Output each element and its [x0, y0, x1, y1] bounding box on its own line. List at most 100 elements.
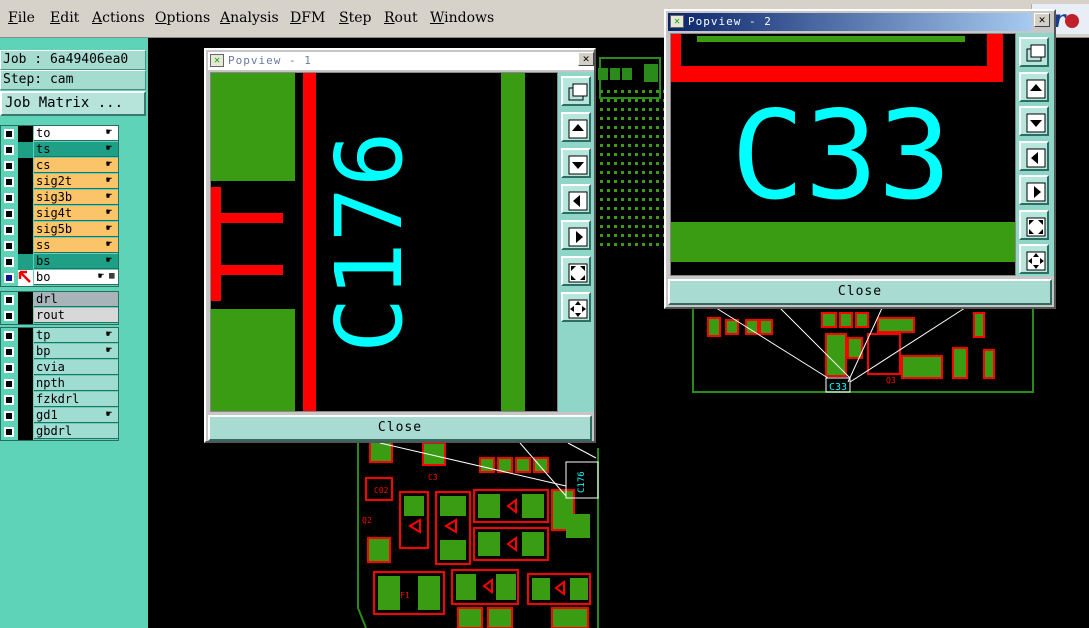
menu-options[interactable]: Options: [155, 10, 210, 26]
layer-swatch[interactable]: [18, 344, 33, 360]
layer-row-fzkdrl[interactable]: fzkdrl: [1, 392, 118, 408]
pan-left-icon[interactable]: [1019, 140, 1049, 171]
layer-swatch[interactable]: [18, 308, 33, 324]
layer-swatch[interactable]: [18, 376, 33, 392]
popview-2-titlebar[interactable]: ✕ Popview - 2: [668, 13, 1032, 31]
layer-swatch[interactable]: [18, 190, 33, 206]
menu-analysis[interactable]: Analysis: [220, 10, 279, 26]
layer-checkbox[interactable]: [4, 193, 14, 203]
zoom-in-icon[interactable]: [561, 256, 591, 286]
popview-2-close-button[interactable]: Close: [668, 279, 1052, 305]
layer-name[interactable]: cvia: [34, 360, 118, 375]
layer-row-sig4t[interactable]: sig4t ☛: [1, 206, 118, 222]
popview-1-close-button[interactable]: Close: [208, 415, 592, 441]
popview-2-window[interactable]: ✕ Popview - 2 ✕ C33 Close: [664, 9, 1056, 309]
layer-row-sig2t[interactable]: sig2t ☛: [1, 174, 118, 190]
layer-row-cvia[interactable]: cvia: [1, 360, 118, 376]
layer-checkbox[interactable]: [4, 331, 14, 341]
layer-checkbox[interactable]: [4, 257, 14, 267]
layer-checkbox[interactable]: [4, 145, 14, 155]
pan-down-icon[interactable]: [561, 148, 591, 178]
layer-row-to[interactable]: to ☛: [1, 126, 118, 142]
layer-checkbox[interactable]: [4, 129, 14, 139]
pan-right-icon[interactable]: [561, 220, 591, 250]
job-matrix-button[interactable]: Job Matrix ...: [0, 91, 146, 116]
layer-checkbox[interactable]: [4, 363, 14, 373]
popview-2-close-icon[interactable]: ✕: [1034, 13, 1050, 27]
active-layer-arrow-icon[interactable]: [18, 270, 33, 286]
layer-row-bp[interactable]: bp ☛: [1, 344, 118, 360]
layer-checkbox[interactable]: [4, 177, 14, 187]
pan-up-icon[interactable]: [561, 112, 591, 142]
layer-row-bo[interactable]: bo ☛ ▦: [1, 270, 118, 286]
layer-swatch[interactable]: [18, 360, 33, 376]
pan-down-icon[interactable]: [1019, 106, 1049, 136]
layer-checkbox[interactable]: [4, 347, 14, 357]
menu-edit[interactable]: Edit: [50, 10, 79, 26]
layer-checkbox[interactable]: [4, 395, 14, 405]
layer-checkbox[interactable]: [4, 225, 14, 235]
layer-row-bs[interactable]: bs ☛: [1, 254, 118, 270]
layer-checkbox[interactable]: [4, 295, 14, 305]
layer-swatch[interactable]: [18, 142, 33, 158]
layer-name[interactable]: bo: [34, 270, 118, 285]
popview-1-window[interactable]: ✕ Popview - 1 ✕ C176 Close: [204, 48, 596, 443]
layer-name[interactable]: gbdrl: [34, 424, 118, 439]
menu-dfm[interactable]: DFM: [290, 10, 325, 26]
pan-right-icon[interactable]: [1019, 175, 1049, 205]
hand-pointer-icon: ☛: [106, 127, 113, 138]
layer-swatch[interactable]: [18, 328, 33, 344]
layer-row-gd1[interactable]: gd1 ☛: [1, 408, 118, 424]
layer-row-sig3b[interactable]: sig3b ☛: [1, 190, 118, 206]
layer-checkbox[interactable]: [4, 427, 14, 437]
zoom-box-icon[interactable]: [1019, 37, 1049, 67]
menu-file[interactable]: File: [8, 10, 35, 26]
layer-row-cs[interactable]: cs ☛: [1, 158, 118, 174]
layer-row-sig5b[interactable]: sig5b ☛: [1, 222, 118, 238]
layer-swatch[interactable]: [18, 238, 33, 254]
layer-checkbox[interactable]: [4, 411, 14, 421]
zoom-out-icon[interactable]: [561, 292, 591, 322]
layer-row-ts[interactable]: ts ☛: [1, 142, 118, 158]
layer-swatch[interactable]: [18, 254, 33, 270]
menu-actions[interactable]: Actions: [92, 10, 145, 26]
popview-1-titlebar[interactable]: ✕ Popview - 1: [208, 52, 594, 70]
menu-rout[interactable]: Rout: [384, 10, 418, 26]
layer-swatch[interactable]: [18, 424, 33, 440]
layer-name[interactable]: npth: [34, 376, 118, 391]
layer-checkbox[interactable]: [4, 379, 14, 389]
layer-swatch[interactable]: [18, 126, 33, 142]
layer-row-npth[interactable]: npth: [1, 376, 118, 392]
layer-swatch[interactable]: [18, 392, 33, 408]
layer-checkbox[interactable]: [4, 311, 14, 321]
layer-name[interactable]: rout: [34, 308, 118, 323]
popview-1-canvas[interactable]: C176: [210, 72, 558, 412]
layer-row-gbdrl[interactable]: gbdrl: [1, 424, 118, 440]
layer-swatch[interactable]: [18, 222, 33, 238]
popview-2-canvas[interactable]: C33: [670, 33, 1016, 276]
zoom-in-icon[interactable]: [1019, 209, 1049, 240]
layer-row-tp[interactable]: tp ☛: [1, 328, 118, 344]
layer-swatch[interactable]: [18, 174, 33, 190]
popview-1-close-icon[interactable]: ✕: [578, 52, 594, 66]
zoom-box-icon[interactable]: [561, 76, 591, 106]
layer-swatch[interactable]: [18, 292, 33, 308]
zoom-out-icon[interactable]: [1019, 244, 1049, 274]
menu-step[interactable]: Step: [339, 10, 371, 26]
menu-windows[interactable]: Windows: [430, 10, 494, 26]
layer-row-rout[interactable]: rout: [1, 308, 118, 324]
layer-swatch[interactable]: [18, 206, 33, 222]
layer-name[interactable]: fzkdrl: [34, 392, 118, 407]
pan-up-icon[interactable]: [1019, 71, 1049, 102]
layer-checkbox[interactable]: [4, 161, 14, 171]
layer-swatch[interactable]: [18, 408, 33, 424]
layer-row-drl[interactable]: drl: [1, 292, 118, 308]
layer-swatch[interactable]: [18, 158, 33, 174]
layer-checkbox[interactable]: [4, 273, 14, 283]
layer-checkbox[interactable]: [4, 241, 14, 251]
hand-pointer-icon: ☛: [106, 159, 113, 170]
pan-left-icon[interactable]: [561, 184, 591, 214]
layer-name[interactable]: drl: [34, 292, 118, 307]
layer-row-ss[interactable]: ss ☛: [1, 238, 118, 254]
layer-checkbox[interactable]: [4, 209, 14, 219]
